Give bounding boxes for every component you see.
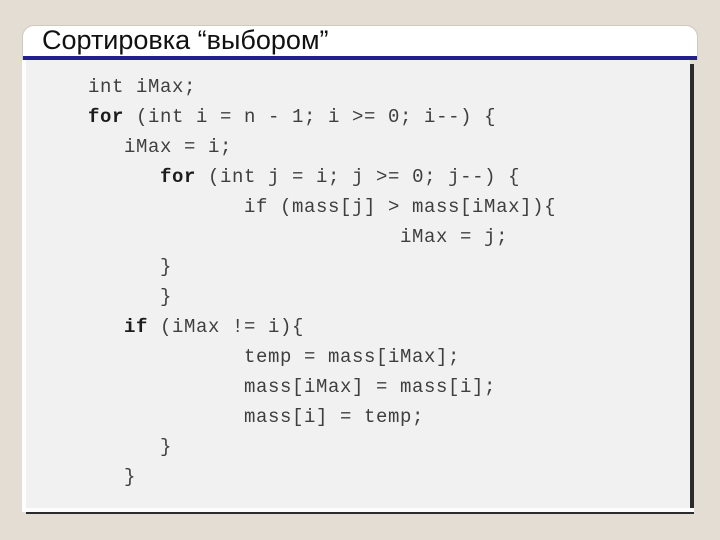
code-line: temp = mass[iMax]; xyxy=(88,346,461,368)
code-block: int iMax; for (int i = n - 1; i >= 0; i--… xyxy=(88,72,556,492)
code-line: } xyxy=(88,256,173,278)
code-line: mass[i] = temp; xyxy=(88,406,425,428)
code-keyword: if xyxy=(124,316,149,338)
code-line: } xyxy=(88,286,173,308)
code-line: } xyxy=(88,436,173,458)
code-line: int iMax; xyxy=(88,76,197,98)
page-title: Сортировка “выбором” xyxy=(42,25,329,55)
code-line: for (int j = i; j >= 0; j--) { xyxy=(160,166,521,188)
code-line: mass[iMax] = mass[i]; xyxy=(88,376,497,398)
panel-bottom-edge xyxy=(22,508,694,512)
slide-canvas: Сортировка “выбором” int iMax; for (int i… xyxy=(0,0,720,540)
code-line: if (iMax != i){ xyxy=(124,316,305,338)
code-line: if (mass[j] > mass[iMax]){ xyxy=(88,196,557,218)
code-line: for (int i = n - 1; i >= 0; i--) { xyxy=(88,106,497,128)
code-keyword: for xyxy=(88,106,125,128)
code-line: iMax = i; xyxy=(88,136,233,158)
panel-left-edge xyxy=(22,60,26,512)
code-keyword: for xyxy=(160,166,197,188)
code-line: } xyxy=(88,466,137,488)
code-line: iMax = j; xyxy=(88,226,509,248)
